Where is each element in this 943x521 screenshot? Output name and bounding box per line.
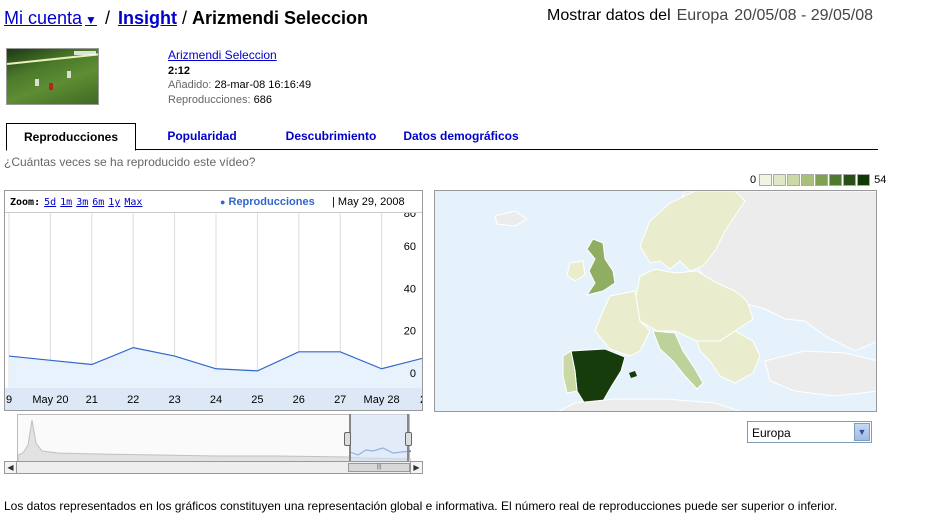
scroll-left-icon[interactable]: ◀ <box>5 462 17 473</box>
y-tick-label: 20 <box>404 326 416 338</box>
tv-logo <box>74 51 96 55</box>
tab-descubrimiento[interactable]: Descubrimiento <box>276 123 386 150</box>
map-spain <box>570 348 626 405</box>
tab-bar: Reproducciones Popularidad Descubrimient… <box>6 123 878 151</box>
navigator-scrollbar[interactable]: ◀ ||| ▶ <box>4 461 423 474</box>
video-duration: 2:12 <box>168 64 191 77</box>
map-balearic-islands <box>629 371 637 378</box>
zoom-max[interactable]: Max <box>124 197 142 208</box>
x-tick-label: May 28 <box>364 394 400 406</box>
scale-swatch <box>801 174 815 187</box>
x-tick-label: 26 <box>293 394 305 406</box>
footer-disclaimer: Los datos representados en los gráficos … <box>4 499 838 513</box>
dropdown-arrow-icon[interactable]: ▼ <box>854 423 870 441</box>
data-range: Mostrar datos del Europa 20/05/08 - 29/05/… <box>547 7 873 25</box>
y-tick-label: 60 <box>404 241 416 253</box>
zoom-controls: Zoom: 5d 1m 3m 6m 1y Max <box>10 197 142 208</box>
page-title: Arizmendi Seleccion <box>191 8 369 28</box>
scroll-right-icon[interactable]: ▶ <box>410 462 422 473</box>
plays-label: Reproducciones: <box>168 93 251 106</box>
chart-toolbar: Zoom: 5d 1m 3m 6m 1y Max ● Reproducciones | Ma… <box>5 191 422 213</box>
breadcrumb-separator: / <box>104 8 110 28</box>
y-tick-label: 40 <box>404 283 416 295</box>
x-tick-label: May 20 <box>32 394 68 406</box>
zoom-5d[interactable]: 5d <box>44 197 56 208</box>
scale-max: 54 <box>874 174 887 187</box>
chevron-down-icon: ▼ <box>85 13 97 27</box>
region-select[interactable]: Europa ▼ <box>747 421 872 443</box>
my-account-link[interactable]: Mi cuenta ▼ <box>4 8 97 28</box>
legend-bullet-icon: ● <box>220 197 226 207</box>
added-value: 28-mar-08 16:16:49 <box>214 79 312 91</box>
zoom-label: Zoom: <box>10 197 41 208</box>
zoom-6m[interactable]: 6m <box>92 197 104 208</box>
map-iceland <box>494 210 528 227</box>
map-turkey <box>764 350 876 397</box>
tab-popularidad[interactable]: Popularidad <box>154 123 250 150</box>
y-tick-label: 80 <box>404 213 416 220</box>
video-title-link[interactable]: Arizmendi Seleccion <box>168 48 277 62</box>
chart-question: ¿Cuántas veces se ha reproducido este ví… <box>4 155 256 169</box>
scale-swatch <box>773 174 787 187</box>
y-tick-label: 0 <box>410 368 416 380</box>
tab-datos-demograficos[interactable]: Datos demográficos <box>396 123 526 150</box>
x-tick-label: 21 <box>86 394 98 406</box>
chart-plot: 0 20 40 60 80 9 May 20 21 22 23 24 25 26 27 May 28 2 <box>5 213 422 410</box>
video-info: Arizmendi Seleccion 2:12 Añadido: 28-mar… <box>168 48 311 107</box>
tab-reproducciones[interactable]: Reproducciones <box>6 123 136 151</box>
zoom-1y[interactable]: 1y <box>108 197 120 208</box>
scrollbar-thumb[interactable]: ||| <box>348 463 410 472</box>
map-uk <box>585 238 616 296</box>
scale-swatch <box>843 174 857 187</box>
x-tick-label: 27 <box>334 394 346 406</box>
scale-swatch <box>815 174 829 187</box>
navigator-left-handle[interactable] <box>344 432 351 446</box>
added-label: Añadido: <box>168 79 212 91</box>
page-header: Mi cuenta ▼ / Insight / Arizmendi Seleccion M… <box>4 4 939 32</box>
scale-min: 0 <box>750 174 757 187</box>
player-figure <box>67 71 71 78</box>
region-label: Europa <box>676 7 729 24</box>
views-chart: Zoom: 5d 1m 3m 6m 1y Max ● Reproducciones | Ma… <box>4 190 423 411</box>
x-tick-label: 2 <box>420 394 422 406</box>
scale-swatch <box>857 174 871 187</box>
navigator-selection[interactable] <box>349 414 409 461</box>
x-tick-label: 23 <box>168 394 180 406</box>
plays-value: 686 <box>253 93 272 106</box>
map-color-scale: 0 54 <box>747 174 889 188</box>
zoom-3m[interactable]: 3m <box>76 197 88 208</box>
zoom-1m[interactable]: 1m <box>60 197 72 208</box>
europe-map[interactable] <box>434 190 877 412</box>
show-data-label: Mostrar datos del <box>547 7 671 24</box>
map-svg <box>494 191 876 411</box>
video-thumbnail[interactable] <box>6 48 99 105</box>
scale-swatch <box>829 174 843 187</box>
insight-link[interactable]: Insight <box>118 8 177 28</box>
chart-current-date: | May 29, 2008 <box>332 196 405 208</box>
x-tick-label: 25 <box>251 394 263 406</box>
scale-swatches <box>759 174 871 187</box>
player-figure <box>35 79 39 86</box>
date-range-label: 20/05/08 - 29/05/08 <box>734 7 873 24</box>
breadcrumb: Mi cuenta ▼ / Insight / Arizmendi Seleccion <box>4 8 368 29</box>
legend-label: Reproducciones <box>228 196 315 208</box>
map-ireland <box>566 260 586 282</box>
chart-navigator[interactable]: ◀ ||| ▶ <box>4 414 423 475</box>
breadcrumb-separator: / <box>181 8 187 28</box>
navigator-right-handle[interactable] <box>405 432 412 446</box>
x-tick-label: 22 <box>127 394 139 406</box>
scale-swatch <box>759 174 773 187</box>
region-select-value: Europa <box>752 426 791 440</box>
chart-legend: ● Reproducciones <box>220 196 315 208</box>
scale-swatch <box>787 174 801 187</box>
player-figure <box>49 83 53 90</box>
x-tick-label: 24 <box>210 394 222 406</box>
x-tick-label: 9 <box>6 394 12 406</box>
